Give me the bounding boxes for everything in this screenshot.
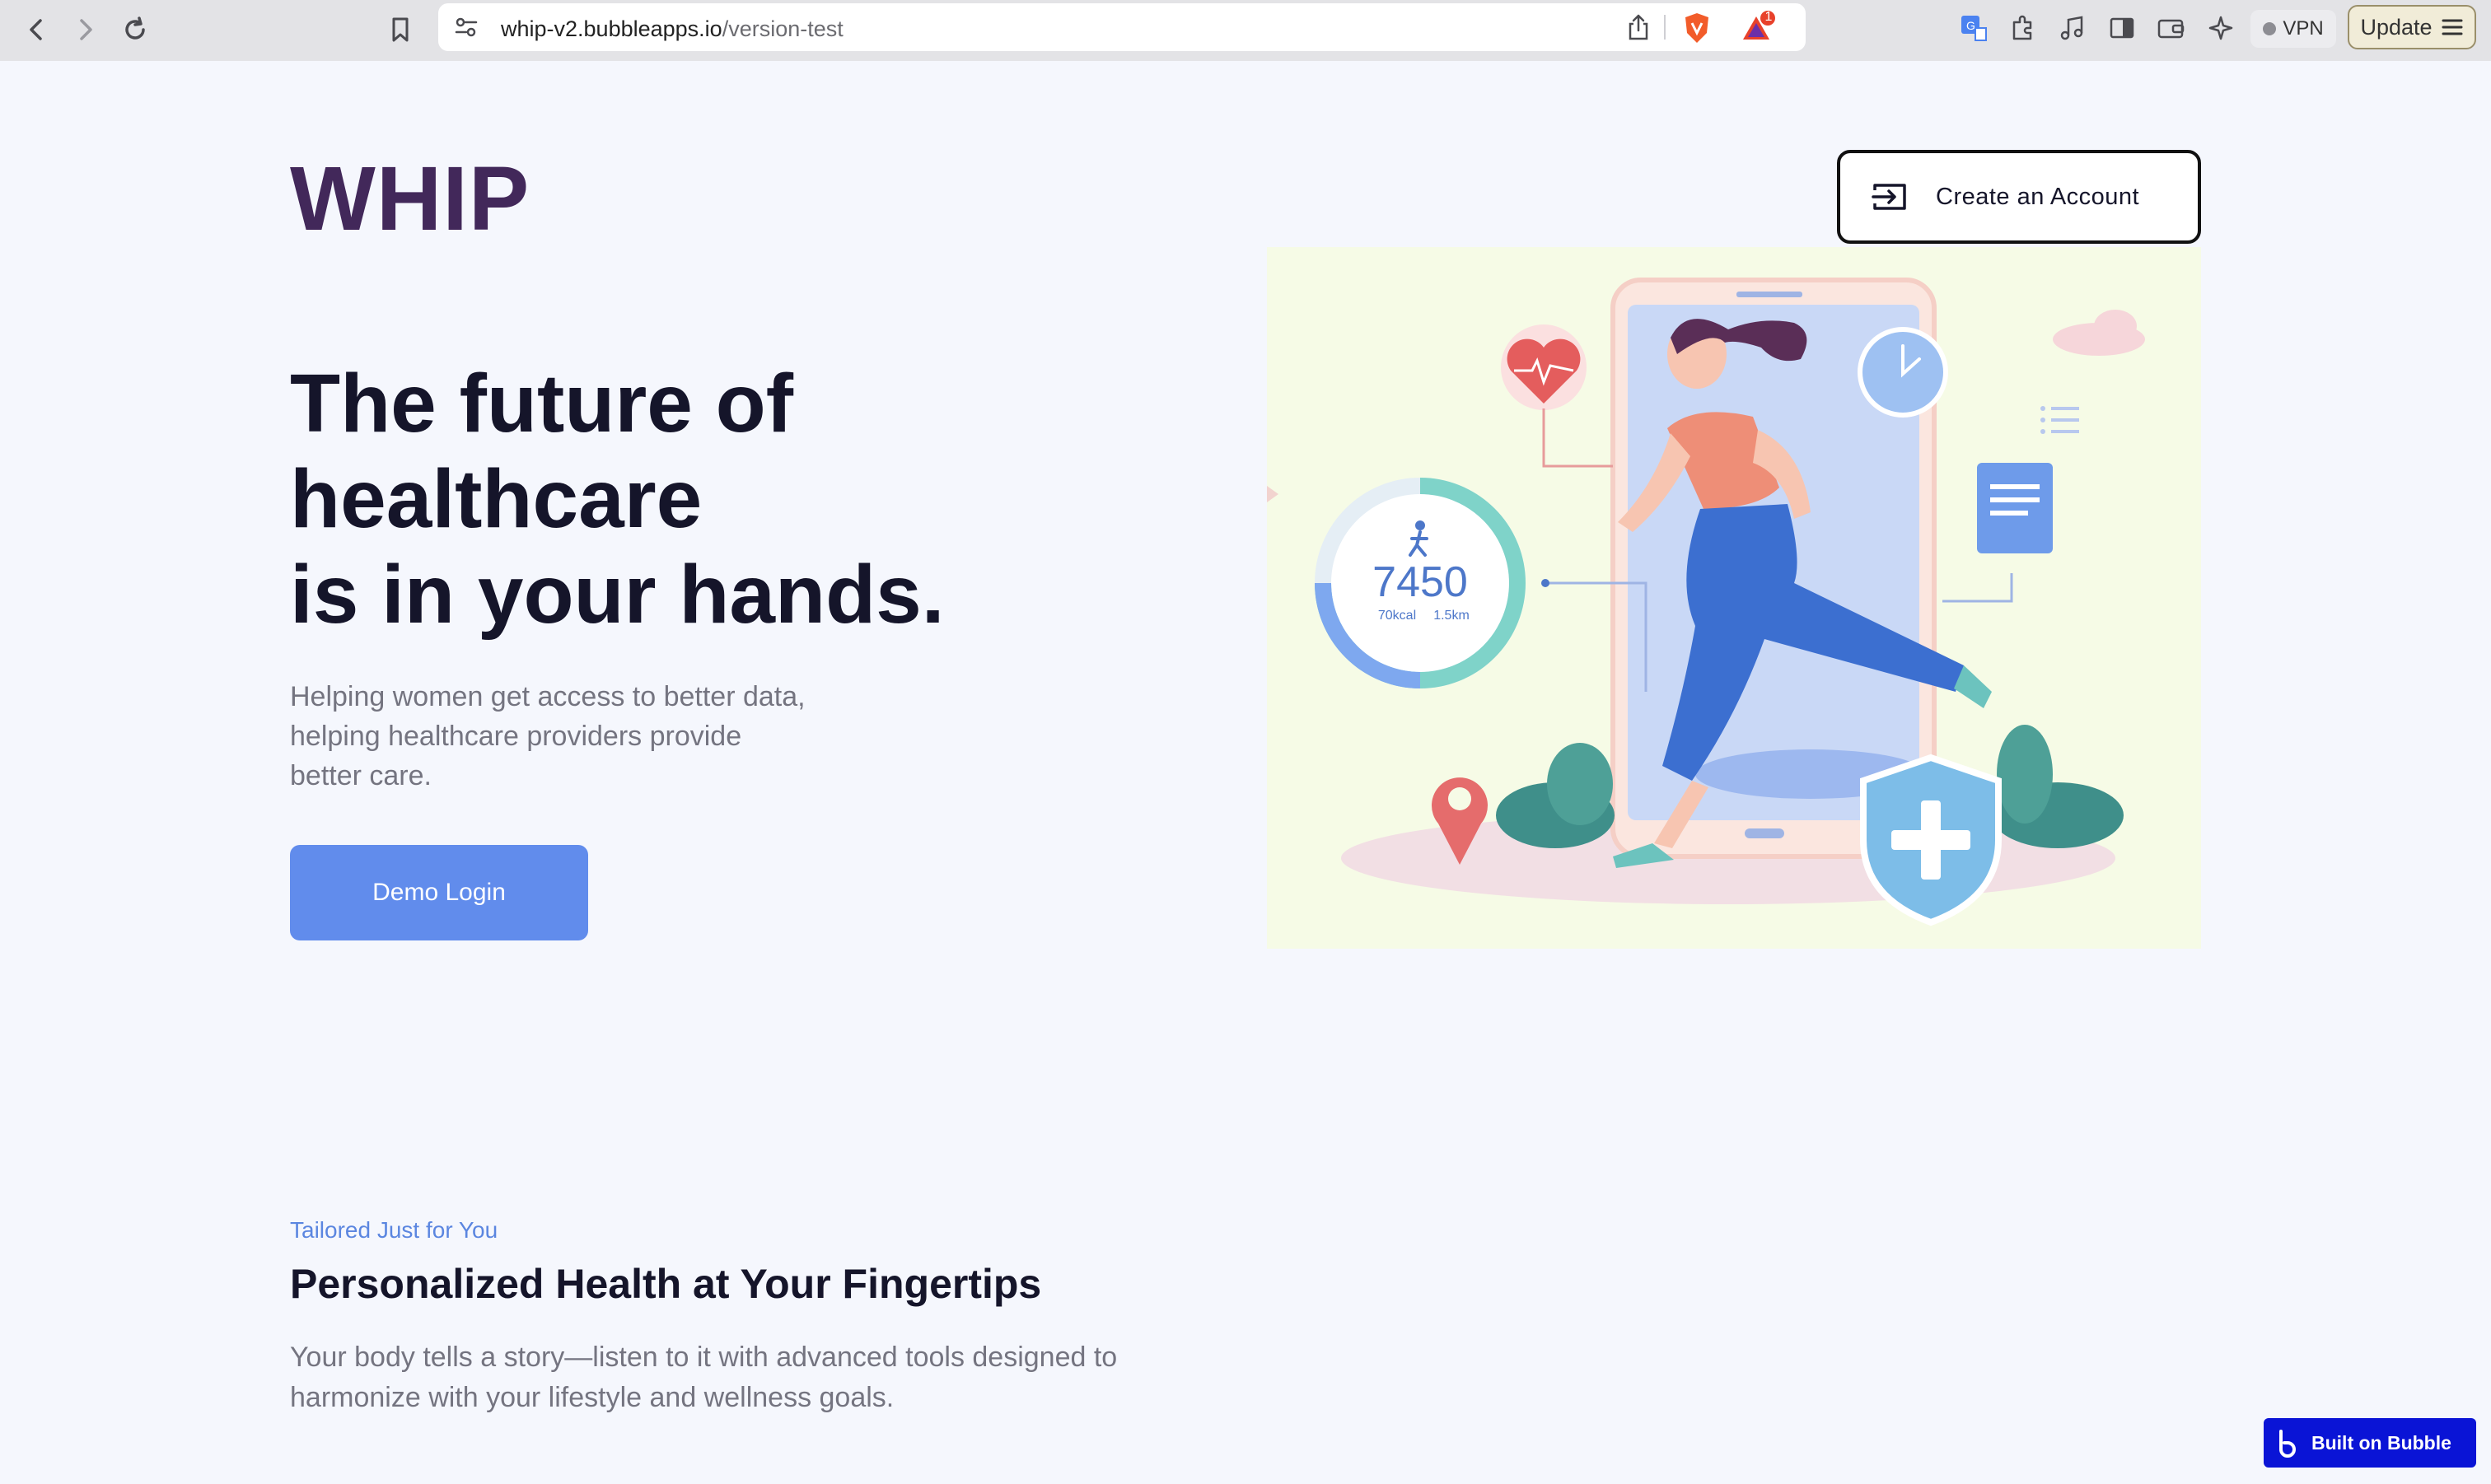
hero-subtitle: Helping women get access to better data,… <box>290 677 883 796</box>
update-label: Update <box>2360 14 2433 40</box>
bookmark-icon[interactable] <box>382 12 418 48</box>
document-icon <box>1942 463 2053 603</box>
sign-in-icon <box>1872 184 1906 210</box>
browser-toolbar: whip-v2.bubbleapps.io/version-test 1 G V… <box>0 0 2491 61</box>
section-eyebrow: Tailored Just for You <box>290 1217 498 1243</box>
clock-icon <box>1858 327 1948 418</box>
extensions-icon[interactable] <box>2007 12 2040 44</box>
steps-kcal: 70kcal <box>1378 609 1416 623</box>
hero-subtitle-line-1: Helping women get access to better data, <box>290 681 806 712</box>
section-body: Your body tells a story—listen to it wit… <box>290 1337 1213 1418</box>
reload-icon[interactable] <box>117 12 153 48</box>
hero-subtitle-line-3: better care. <box>290 760 432 791</box>
list-icon <box>2040 406 2079 434</box>
bush-right-illustration <box>1992 725 2124 848</box>
rewards-badge: 1 <box>1764 10 1773 24</box>
logo[interactable]: WHIP <box>290 147 530 251</box>
steps-count: 7450 <box>1372 558 1468 606</box>
hero-subtitle-line-2: helping healthcare providers provide <box>290 721 742 752</box>
address-bar[interactable]: whip-v2.bubbleapps.io/version-test 1 <box>438 3 1806 51</box>
bubble-logo-icon <box>2279 1430 2296 1458</box>
hero-title-line-1: The future of <box>290 357 794 450</box>
create-account-button[interactable]: Create an Account <box>1837 150 2201 244</box>
section-title: Personalized Health at Your Fingertips <box>290 1261 1042 1307</box>
brave-shields-icon[interactable] <box>1682 12 1712 49</box>
sidebar-icon[interactable] <box>2105 12 2138 44</box>
hero-title: The future of healthcare is in your hand… <box>290 356 1278 642</box>
translate-icon[interactable]: G <box>1957 12 1990 44</box>
hero-title-line-2: healthcare <box>290 453 703 545</box>
brave-rewards-icon[interactable]: 1 <box>1740 10 1776 49</box>
hero-title-line-3: is in your hands. <box>290 548 945 641</box>
steps-distance: 1.5km <box>1433 609 1470 623</box>
site-settings-icon[interactable] <box>453 15 479 44</box>
forward-icon[interactable] <box>68 12 104 48</box>
back-icon[interactable] <box>18 12 54 48</box>
shield-plus-icon <box>1860 754 2002 926</box>
heart-icon <box>1501 324 1613 468</box>
svg-text:G: G <box>1966 19 1975 32</box>
hero-illustration: 7450 70kcal 1.5km <box>1267 247 2201 949</box>
vpn-status-icon <box>2263 22 2277 35</box>
wallet-icon[interactable] <box>2155 12 2188 44</box>
demo-login-button[interactable]: Demo Login <box>290 845 588 940</box>
update-button[interactable]: Update <box>2348 5 2476 49</box>
built-on-bubble-badge[interactable]: Built on Bubble <box>2264 1418 2476 1468</box>
create-account-label: Create an Account <box>1936 183 2140 210</box>
share-icon[interactable] <box>1626 13 1651 45</box>
cloud-icon <box>2053 310 2145 356</box>
built-on-bubble-label: Built on Bubble <box>2311 1431 2451 1454</box>
section-body-line-2: harmonize with your lifestyle and wellne… <box>290 1382 895 1413</box>
bush-left-illustration <box>1496 743 1615 848</box>
section-body-line-1: Your body tells a story—listen to it wit… <box>290 1342 1118 1373</box>
vpn-button[interactable]: VPN <box>2250 10 2336 48</box>
leo-ai-icon[interactable] <box>2204 12 2237 44</box>
music-icon[interactable] <box>2056 12 2089 44</box>
url-divider <box>1664 15 1666 40</box>
url-text: whip-v2.bubbleapps.io/version-test <box>501 16 844 41</box>
vpn-label: VPN <box>2283 17 2324 40</box>
menu-icon <box>2442 19 2463 35</box>
